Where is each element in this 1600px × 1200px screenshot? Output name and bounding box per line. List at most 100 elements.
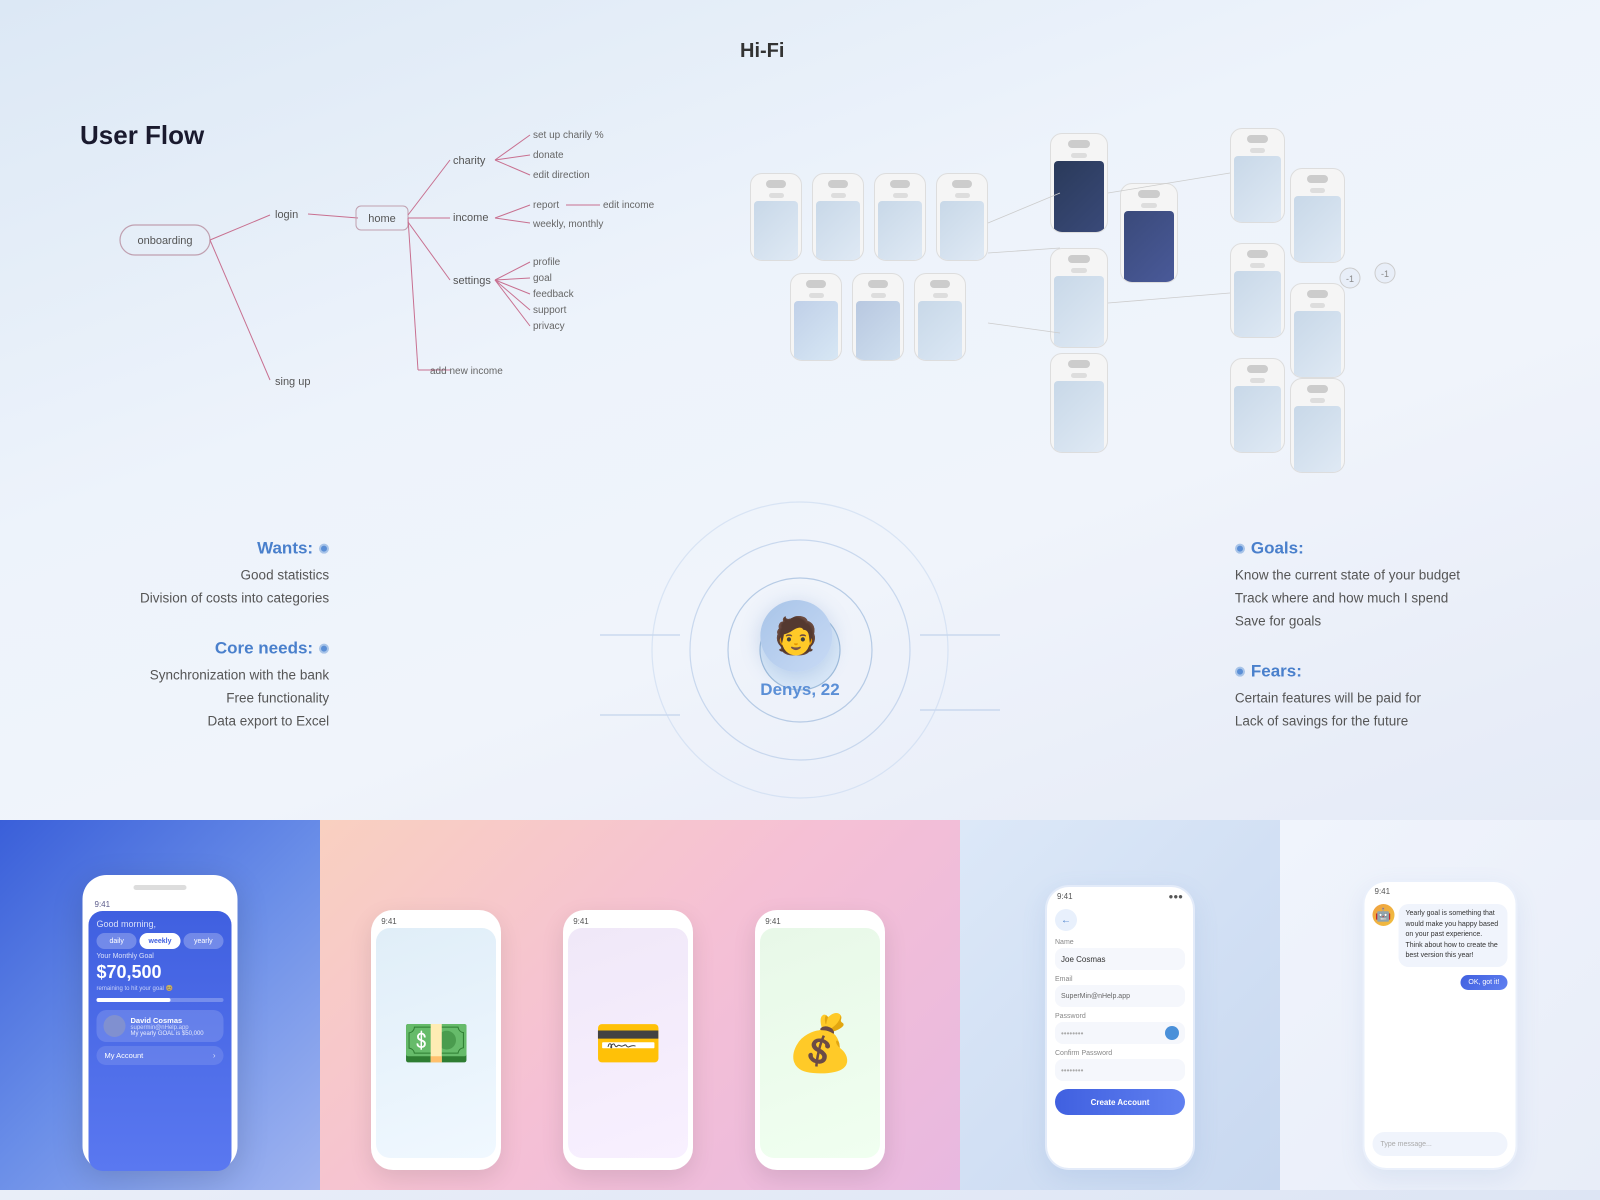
person-avatar: 🧑 — [760, 600, 832, 672]
chat-input[interactable]: Type message... — [1373, 1132, 1508, 1156]
empathy-center: 🧑 Denys, 22 — [760, 600, 839, 700]
fears-section: Fears: Certain features will be paid for… — [1235, 661, 1460, 733]
svg-text:edit direction: edit direction — [533, 170, 590, 181]
time-2: 9:41 — [565, 912, 691, 928]
mockup-phone-1 — [750, 173, 802, 261]
svg-text:onboarding: onboarding — [137, 235, 192, 247]
goals-title: Goals: — [1235, 539, 1460, 559]
toggle-row[interactable]: daily weekly yearly — [97, 933, 224, 949]
mockup-phone-12 — [1230, 128, 1285, 223]
password-field[interactable]: •••••••• — [1055, 1022, 1185, 1044]
svg-text:report: report — [533, 200, 559, 211]
bottom-panel-dashboard: 9:41 Good morning, daily weekly yearly Y… — [0, 820, 320, 1190]
time-1: 9:41 — [373, 912, 499, 928]
goal-label: Your Monthly Goal — [97, 953, 224, 960]
svg-text:goal: goal — [533, 273, 552, 284]
empathy-left-panels: Wants: Good statistics Division of costs… — [140, 539, 329, 762]
mockup-phone-13 — [1290, 168, 1345, 263]
mockup-phone-11 — [1050, 353, 1108, 453]
my-account-label: My Account — [105, 1051, 144, 1060]
icon-phone-1: 9:41 💵 — [371, 910, 501, 1170]
progress-bar-fill — [97, 998, 171, 1002]
svg-text:settings: settings — [453, 275, 491, 287]
daily-toggle[interactable]: daily — [97, 933, 137, 949]
user-bubble: OK, got it! — [1460, 975, 1507, 990]
name-field[interactable]: Joe Cosmas — [1055, 948, 1185, 970]
svg-text:add new income: add new income — [430, 366, 503, 377]
user-text: OK, got it! — [1468, 979, 1499, 986]
mockup-phone-7 — [914, 273, 966, 361]
chat-bubble: Yearly goal is something that would make… — [1399, 904, 1508, 967]
signal-icons: ●●● — [1169, 892, 1184, 901]
my-account-row[interactable]: My Account › — [97, 1046, 224, 1065]
empathy-right-panels: Goals: Know the current state of your bu… — [1235, 539, 1460, 762]
account-details: David Cosmas supermin@nHelp.app My yearl… — [131, 1016, 204, 1037]
mockup-phone-5 — [790, 273, 842, 361]
hifi-title: Hi-Fi — [740, 40, 1540, 63]
goals-dot — [1235, 544, 1245, 554]
mockup-phone-10 — [1050, 248, 1108, 348]
user-flow-diagram: onboarding login sing up home charity — [60, 40, 680, 460]
mockup-phone-6 — [852, 273, 904, 361]
top-section: User Flow onboarding login sing up home — [0, 0, 1600, 460]
account-name: David Cosmas — [131, 1016, 204, 1025]
account-chevron: › — [213, 1051, 216, 1060]
back-row[interactable]: ← — [1055, 909, 1185, 931]
chat-row: 🤖 Yearly goal is something that would ma… — [1373, 904, 1508, 967]
chat-text: Yearly goal is something that would make… — [1406, 909, 1501, 962]
goals-section: Goals: Know the current state of your bu… — [1235, 539, 1460, 634]
svg-text:edit income: edit income — [603, 200, 655, 211]
back-button[interactable]: ← — [1055, 909, 1077, 931]
mockup-phone-14 — [1230, 243, 1285, 338]
account-avatar — [104, 1015, 126, 1037]
fears-title: Fears: — [1235, 661, 1460, 681]
wants-text: Good statistics Division of costs into c… — [140, 565, 329, 611]
bottom-panel-signup: 9:41 ●●● ← Name Joe Cosmas Email SuperMi… — [960, 820, 1280, 1190]
greeting-text: Good morning, — [97, 919, 224, 929]
svg-text:support: support — [533, 305, 567, 316]
status-time: 9:41 — [1057, 892, 1073, 901]
dashboard-phone: 9:41 Good morning, daily weekly yearly Y… — [83, 875, 238, 1170]
confirm-label: Confirm Password — [1055, 1050, 1185, 1057]
weekly-toggle[interactable]: weekly — [140, 933, 180, 949]
icon-screen-2: 💳 — [568, 928, 688, 1158]
svg-text:login: login — [275, 209, 298, 221]
wants-section: Wants: Good statistics Division of costs… — [140, 539, 329, 611]
mockup-phone-16 — [1230, 358, 1285, 453]
svg-text:privacy: privacy — [533, 321, 565, 332]
goal-amount: $70,500 — [97, 962, 224, 983]
svg-text:profile: profile — [533, 257, 561, 268]
remaining-text: remaining to hit your goal 😊 — [97, 985, 224, 992]
core-needs-title: Core needs: — [140, 639, 329, 659]
bottom-panel-3d-icons: 9:41 💵 9:41 💳 9:41 💰 — [320, 820, 960, 1190]
person-name: Denys, 22 — [760, 680, 839, 700]
bottom-section: 9:41 Good morning, daily weekly yearly Y… — [0, 820, 1600, 1190]
yearly-toggle[interactable]: yearly — [183, 933, 223, 949]
password-toggle[interactable] — [1165, 1026, 1179, 1040]
core-needs-dot — [319, 644, 329, 654]
name-label: Name — [1055, 939, 1185, 946]
svg-text:sing up: sing up — [275, 376, 310, 388]
empathy-section: Wants: Good statistics Division of costs… — [0, 480, 1600, 820]
svg-text:-1: -1 — [1381, 269, 1389, 279]
goals-text: Know the current state of your budget Tr… — [1235, 565, 1460, 634]
user-reply: OK, got it! — [1373, 975, 1508, 990]
chat-phone: 9:41 🤖 Yearly goal is something that wou… — [1363, 880, 1518, 1170]
fears-dot — [1235, 666, 1245, 676]
create-account-btn[interactable]: Create Account — [1055, 1089, 1185, 1115]
wants-dot — [319, 544, 329, 554]
fears-text: Certain features will be paid for Lack o… — [1235, 687, 1460, 733]
chat-screen: 🤖 Yearly goal is something that would ma… — [1365, 898, 1516, 1158]
confirm-field[interactable]: •••••••• — [1055, 1059, 1185, 1081]
mockup-phone-3 — [874, 173, 926, 261]
email-field[interactable]: SuperMin@nHelp.app — [1055, 985, 1185, 1007]
user-flow-area: User Flow onboarding login sing up home — [60, 40, 680, 460]
email-label: Email — [1055, 976, 1185, 983]
account-card: David Cosmas supermin@nHelp.app My yearl… — [97, 1010, 224, 1042]
core-needs-text: Synchronization with the bank Free funct… — [140, 665, 329, 734]
svg-text:weekly, monthly: weekly, monthly — [532, 219, 603, 230]
signup-phone: 9:41 ●●● ← Name Joe Cosmas Email SuperMi… — [1045, 885, 1195, 1170]
icon-phone-3: 9:41 💰 — [755, 910, 885, 1170]
svg-text:-1: -1 — [1346, 274, 1354, 284]
mockup-phone-15 — [1290, 283, 1345, 378]
